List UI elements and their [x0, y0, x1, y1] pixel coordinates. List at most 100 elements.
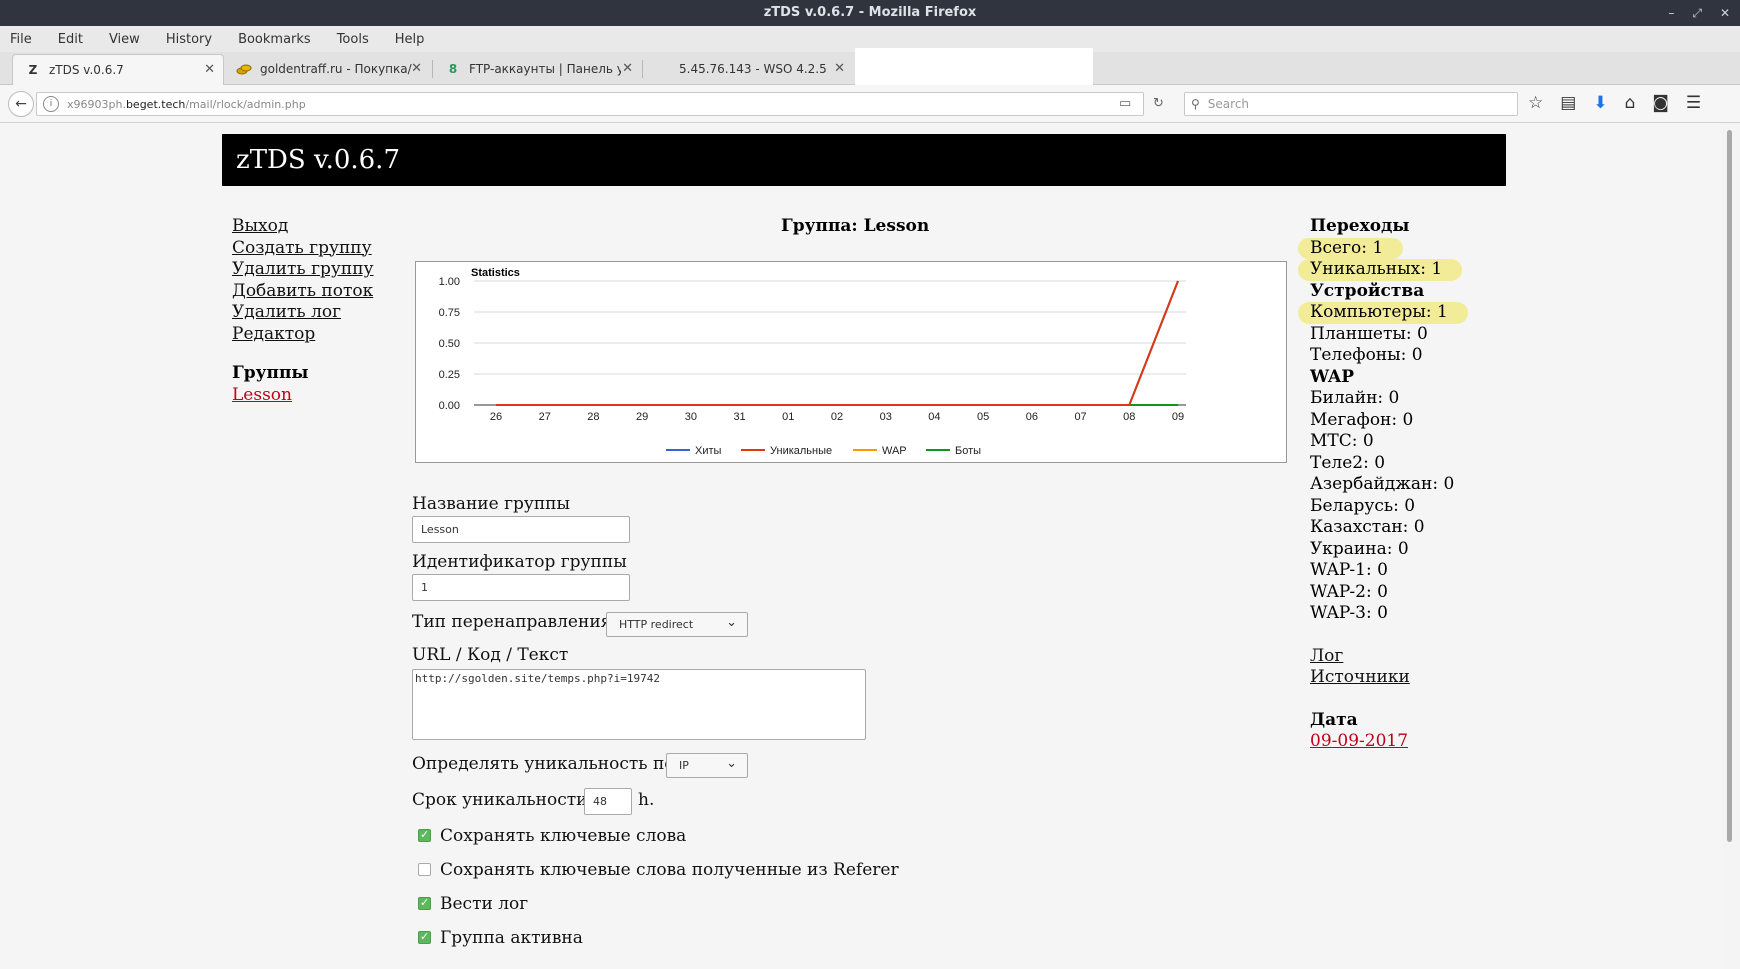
pocket-icon[interactable]: ◙ [1652, 93, 1669, 113]
beget-favicon-icon: 8 [448, 62, 458, 76]
log-link[interactable]: Лог [1310, 646, 1343, 666]
tab-label: goldentraff.ru - Покупка/пр [260, 62, 412, 76]
close-tab-icon[interactable]: ✕ [204, 62, 215, 77]
url-bar[interactable]: i x96903ph. beget.tech/mail/rlock/admin.p… [36, 92, 1164, 116]
chart-svg: Statistics 1.00 0.75 0.50 0.25 0.00 26 27 28 29 30… [439, 267, 1186, 457]
app-header: zTDS v.0.6.7 [222, 134, 1506, 186]
y-tick-label: 1.00 [439, 276, 460, 288]
delete-log-link[interactable]: Удалить лог [232, 302, 374, 324]
tab-goldentraff[interactable]: goldentraff.ru - Покупка/пр ✕ [224, 54, 430, 84]
minimize-icon[interactable]: – [1668, 0, 1674, 26]
devices-heading: Устройства [1310, 280, 1425, 301]
home-icon[interactable]: ⌂ [1625, 93, 1636, 113]
total-stat: Всего: 1 [1298, 237, 1404, 259]
unique-term-unit: h. [638, 790, 655, 810]
menu-file[interactable]: File [10, 32, 32, 47]
x-tick-label: 05 [977, 411, 989, 423]
keep-log-label: Вести лог [440, 894, 529, 914]
hamburger-menu-icon[interactable]: ☰ [1686, 93, 1701, 113]
stats-panel: Переходы Всего: 1 Уникальных: 1 Устройст… [1298, 216, 1468, 753]
tab-ztds[interactable]: Z zTDS v.0.6.7 ✕ [12, 54, 224, 85]
tab-label: FTP-аккаунты | Панель упр [469, 62, 621, 76]
unique-by-select[interactable]: IP ⌄ [666, 753, 748, 778]
group-active-label: Группа активна [440, 928, 583, 948]
keep-log-checkbox[interactable] [418, 896, 431, 910]
wap-megafon: Мегафон: 0 [1310, 409, 1414, 430]
x-tick-label: 04 [928, 411, 940, 423]
bookmark-star-icon[interactable]: ☆ [1528, 93, 1543, 113]
x-tick-label: 30 [685, 411, 697, 423]
close-tab-icon[interactable]: ✕ [411, 61, 422, 76]
redirect-type-value: HTTP redirect [619, 618, 694, 631]
menu-view[interactable]: View [109, 32, 140, 47]
group-name-label: Название группы [412, 494, 571, 514]
menu-tools[interactable]: Tools [337, 32, 369, 47]
x-tick-label: 07 [1074, 411, 1086, 423]
x-tick-label: 02 [831, 411, 843, 423]
redirect-type-select[interactable]: HTTP redirect ⌄ [606, 612, 748, 637]
search-icon: ⚲ [1191, 97, 1200, 111]
ztds-favicon-icon: Z [28, 63, 38, 77]
back-arrow-icon[interactable]: ← [8, 91, 34, 117]
logout-link[interactable]: Выход [232, 216, 374, 238]
save-keywords-checkbox[interactable] [418, 828, 431, 842]
url-code-text-label: URL / Код / Текст [412, 645, 569, 665]
url-path: /mail/rlock/admin.php [185, 97, 306, 111]
add-stream-link[interactable]: Добавить поток [232, 281, 374, 303]
close-icon[interactable]: ✕ [1720, 0, 1730, 26]
save-referer-keywords-label: Сохранять ключевые слова полученные из R… [440, 860, 899, 880]
editor-link[interactable]: Редактор [232, 324, 374, 346]
download-icon[interactable]: ⬇ [1593, 93, 1607, 113]
unique-term-input[interactable]: 48 [584, 788, 632, 815]
menu-bookmarks[interactable]: Bookmarks [238, 32, 311, 47]
group-name-input[interactable]: Lesson [412, 516, 630, 543]
bookmarks-menu-icon[interactable]: ▤ [1560, 93, 1576, 113]
legend-label: WAP [882, 445, 907, 457]
window-title: zTDS v.0.6.7 - Mozilla Firefox [763, 5, 977, 20]
x-tick-label: 31 [733, 411, 745, 423]
toolbar-icons: ☆ ▤ ⬇ ⌂ ◙ ☰ [1528, 93, 1701, 113]
y-tick-label: 0.00 [439, 400, 460, 412]
y-tick-label: 0.25 [439, 369, 460, 381]
group-link-lesson[interactable]: Lesson [232, 385, 374, 407]
tab-wso[interactable]: 5.45.76.143 - WSO 4.2.5 ✕ [643, 54, 853, 84]
close-tab-icon[interactable]: ✕ [834, 61, 845, 76]
menu-help[interactable]: Help [395, 32, 425, 47]
chevron-down-icon: ⌄ [726, 756, 737, 771]
chart-title: Statistics [471, 267, 520, 279]
wap-ukraine: Украина: 0 [1310, 538, 1409, 559]
info-icon[interactable]: i [43, 96, 59, 112]
menu-edit[interactable]: Edit [58, 32, 83, 47]
url-domain: beget.tech [125, 97, 186, 111]
url-prefix: x96903ph. [67, 97, 126, 111]
menu-history[interactable]: History [166, 32, 212, 47]
x-tick-label: 28 [587, 411, 599, 423]
group-active-checkbox[interactable] [418, 930, 431, 944]
maximize-icon[interactable]: ⤢ [1692, 0, 1702, 26]
computers-stat: Компьютеры: 1 [1298, 302, 1468, 324]
close-tab-icon[interactable]: ✕ [622, 61, 633, 76]
group-id-label: Идентификатор группы [412, 552, 627, 572]
save-referer-keywords-checkbox[interactable] [418, 863, 431, 876]
date-link[interactable]: 09-09-2017 [1310, 731, 1408, 751]
create-group-link[interactable]: Создать группу [232, 238, 374, 260]
wap-azerbaijan: Азербайджан: 0 [1310, 474, 1455, 494]
wap-1: WAP-1: 0 [1310, 560, 1388, 580]
group-id-input[interactable]: 1 [412, 574, 630, 601]
reader-view-icon[interactable]: ▭ [1119, 96, 1131, 111]
x-tick-label: 29 [636, 411, 648, 423]
scrollbar-thumb[interactable] [1727, 130, 1732, 842]
sources-link[interactable]: Источники [1310, 667, 1410, 687]
search-field[interactable]: ⚲ Search [1184, 92, 1518, 116]
wap-tele2: Теле2: 0 [1310, 452, 1386, 473]
url-code-text-textarea[interactable]: http://sgolden.site/temps.php?i=19742 [412, 669, 866, 740]
delete-group-link[interactable]: Удалить группу [232, 259, 374, 281]
reload-icon[interactable]: ↻ [1153, 96, 1164, 111]
phones-stat: Телефоны: 0 [1310, 345, 1423, 365]
wap-beeline: Билайн: 0 [1310, 388, 1400, 408]
x-tick-label: 09 [1172, 411, 1184, 423]
tab-ftp[interactable]: 8 FTP-аккаунты | Панель упр ✕ [433, 54, 641, 84]
page-scrollbar[interactable] [1724, 126, 1736, 969]
chevron-down-icon: ⌄ [726, 615, 737, 630]
x-tick-label: 26 [490, 411, 502, 423]
